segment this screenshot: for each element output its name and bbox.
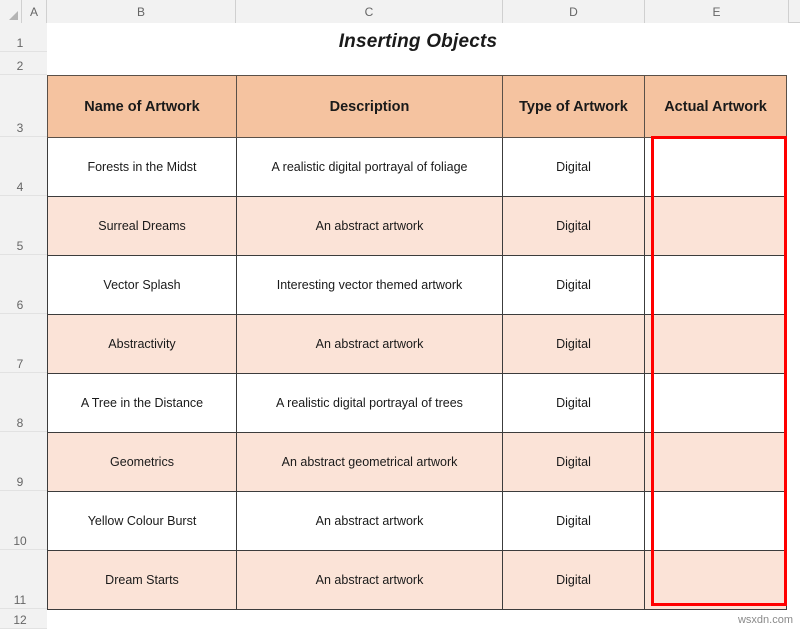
table-row: Surreal Dreams An abstract artwork Digit… [47,196,787,256]
cell-artwork-name[interactable]: A Tree in the Distance [47,373,237,433]
table-row: Forests in the Midst A realistic digital… [47,137,787,197]
column-header-strip: A B C D E [0,0,800,23]
row-header-11[interactable]: 11 [0,550,47,609]
cell-artwork-description[interactable]: An abstract geometrical artwork [236,432,503,492]
cell-artwork-type[interactable]: Digital [502,491,645,551]
cell-artwork-name[interactable]: Abstractivity [47,314,237,374]
cell-artwork-type[interactable]: Digital [502,314,645,374]
spreadsheet-canvas: A B C D E 1 2 3 4 5 6 7 8 9 10 11 12 Ins… [0,0,800,629]
row-header-12[interactable]: 12 [0,609,47,629]
cell-artwork-description[interactable]: Interesting vector themed artwork [236,255,503,315]
column-header-a[interactable]: A [22,0,47,23]
row-header-strip: 1 2 3 4 5 6 7 8 9 10 11 12 [0,23,47,629]
cell-artwork-description[interactable]: An abstract artwork [236,196,503,256]
cell-actual-artwork[interactable] [644,196,787,256]
cell-actual-artwork[interactable] [644,314,787,374]
cell-artwork-type[interactable]: Digital [502,137,645,197]
row-header-8[interactable]: 8 [0,373,47,432]
select-all-triangle-icon [9,11,18,20]
row-header-2[interactable]: 2 [0,52,47,75]
cell-artwork-description[interactable]: An abstract artwork [236,550,503,610]
row-header-5[interactable]: 5 [0,196,47,255]
row-header-10[interactable]: 10 [0,491,47,550]
table-row: Dream Starts An abstract artwork Digital [47,550,787,610]
cell-artwork-name[interactable]: Dream Starts [47,550,237,610]
row-header-3[interactable]: 3 [0,75,47,137]
cell-actual-artwork[interactable] [644,491,787,551]
table-row: Yellow Colour Burst An abstract artwork … [47,491,787,551]
column-header-b[interactable]: B [47,0,236,23]
cell-actual-artwork[interactable] [644,255,787,315]
cell-actual-artwork[interactable] [644,373,787,433]
cell-artwork-type[interactable]: Digital [502,255,645,315]
cell-actual-artwork[interactable] [644,432,787,492]
column-header-e[interactable]: E [645,0,789,23]
row-header-1[interactable]: 1 [0,23,47,52]
column-header-c[interactable]: C [236,0,503,23]
cell-artwork-type[interactable]: Digital [502,432,645,492]
row-header-6[interactable]: 6 [0,255,47,314]
table-row: A Tree in the Distance A realistic digit… [47,373,787,433]
column-header-type-of-artwork[interactable]: Type of Artwork [502,75,645,138]
row-header-4[interactable]: 4 [0,137,47,196]
cell-artwork-description[interactable]: An abstract artwork [236,314,503,374]
cell-artwork-name[interactable]: Forests in the Midst [47,137,237,197]
table-row: Abstractivity An abstract artwork Digita… [47,314,787,374]
cell-actual-artwork[interactable] [644,550,787,610]
cell-artwork-name[interactable]: Surreal Dreams [47,196,237,256]
column-header-d[interactable]: D [503,0,645,23]
cell-artwork-type[interactable]: Digital [502,196,645,256]
cell-artwork-type[interactable]: Digital [502,373,645,433]
artwork-table: Name of Artwork Description Type of Artw… [47,75,787,610]
column-header-actual-artwork[interactable]: Actual Artwork [644,75,787,138]
table-row: Geometrics An abstract geometrical artwo… [47,432,787,492]
cell-artwork-description[interactable]: An abstract artwork [236,491,503,551]
cell-artwork-description[interactable]: A realistic digital portrayal of foliage [236,137,503,197]
column-header-description[interactable]: Description [236,75,503,138]
page-title: Inserting Objects [338,31,498,52]
column-header-name-of-artwork[interactable]: Name of Artwork [47,75,237,138]
cell-artwork-type[interactable]: Digital [502,550,645,610]
cell-artwork-name[interactable]: Vector Splash [47,255,237,315]
row-header-7[interactable]: 7 [0,314,47,373]
select-all-corner-button[interactable] [0,0,22,23]
row-header-9[interactable]: 9 [0,432,47,491]
cell-artwork-name[interactable]: Geometrics [47,432,237,492]
cell-artwork-description[interactable]: A realistic digital portrayal of trees [236,373,503,433]
cell-actual-artwork[interactable] [644,137,787,197]
cell-artwork-name[interactable]: Yellow Colour Burst [47,491,237,551]
table-header-row: Name of Artwork Description Type of Artw… [47,75,787,138]
table-row: Vector Splash Interesting vector themed … [47,255,787,315]
watermark: wsxdn.com [737,614,793,626]
